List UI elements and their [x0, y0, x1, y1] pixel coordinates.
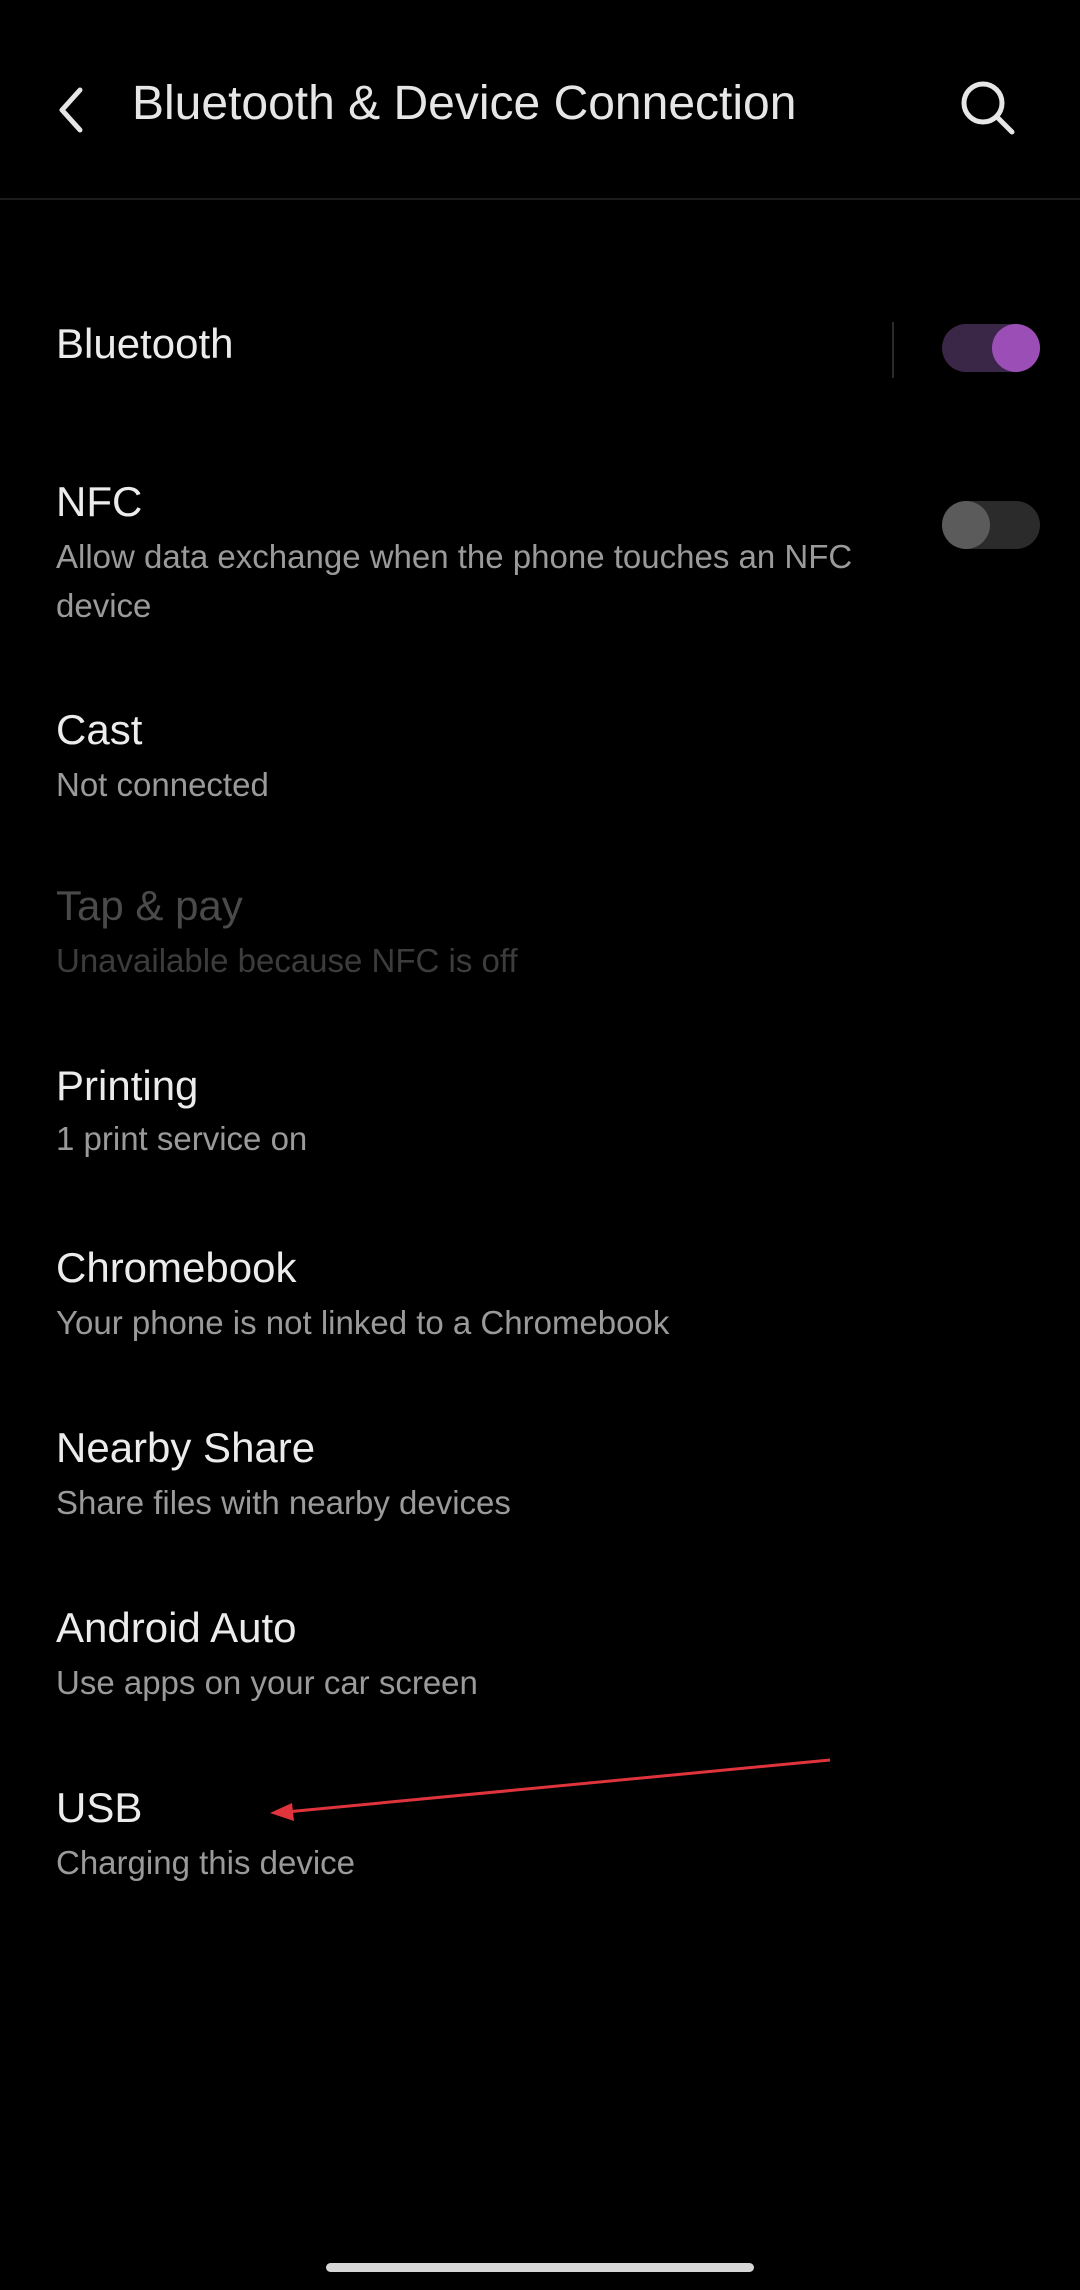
setting-title: Android Auto [56, 1604, 297, 1651]
setting-subtitle: Share files with nearby devices [56, 1484, 511, 1521]
toggle-thumb [942, 501, 990, 549]
search-button[interactable] [950, 70, 1026, 146]
app-bar: Bluetooth & Device Connection [0, 0, 1080, 200]
setting-subtitle: Use apps on your car screen [56, 1664, 478, 1701]
setting-subtitle: Your phone is not linked to a Chromebook [56, 1304, 670, 1341]
chevron-left-icon [59, 87, 83, 133]
home-indicator[interactable] [326, 2263, 754, 2272]
setting-subtitle: Allow data exchange when the phone touch… [56, 538, 853, 624]
setting-tap-and-pay: Tap & pay Unavailable because NFC is off [0, 872, 1080, 1002]
setting-title: Chromebook [56, 1244, 297, 1291]
setting-printing[interactable]: Printing 1 print service on [0, 1052, 1080, 1182]
setting-usb[interactable]: USB Charging this device [0, 1772, 1080, 1902]
setting-android-auto[interactable]: Android Auto Use apps on your car screen [0, 1592, 1080, 1722]
setting-nearby-share[interactable]: Nearby Share Share files with nearby dev… [0, 1412, 1080, 1542]
setting-title: Tap & pay [56, 882, 243, 929]
page-title: Bluetooth & Device Connection [132, 77, 797, 130]
search-icon [961, 81, 1015, 135]
setting-subtitle: Not connected [56, 766, 269, 803]
setting-title: USB [56, 1784, 143, 1831]
setting-title: Bluetooth [56, 320, 234, 367]
divider [892, 322, 894, 378]
nfc-toggle[interactable] [942, 501, 1040, 549]
setting-title: Nearby Share [56, 1424, 316, 1471]
toggle-thumb [992, 324, 1040, 372]
setting-bluetooth[interactable]: Bluetooth [0, 300, 1080, 396]
setting-title: NFC [56, 478, 143, 525]
back-button[interactable] [40, 68, 104, 152]
setting-subtitle: 1 print service on [56, 1120, 308, 1157]
setting-nfc[interactable]: NFC Allow data exchange when the phone t… [0, 460, 1080, 640]
setting-cast[interactable]: Cast Not connected [0, 690, 1080, 820]
setting-title: Cast [56, 706, 143, 753]
setting-subtitle: Charging this device [56, 1844, 355, 1881]
setting-title: Printing [56, 1062, 199, 1109]
bluetooth-toggle[interactable] [942, 324, 1040, 372]
setting-chromebook[interactable]: Chromebook Your phone is not linked to a… [0, 1232, 1080, 1362]
setting-subtitle: Unavailable because NFC is off [56, 942, 518, 979]
